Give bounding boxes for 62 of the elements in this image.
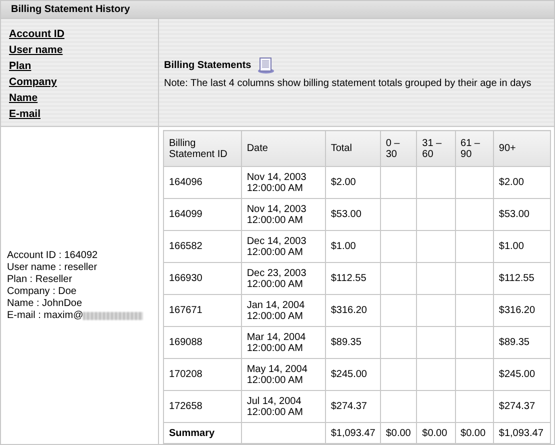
table-cell: 169088 — [164, 326, 242, 358]
table-cell: 164096 — [164, 166, 242, 198]
sort-link[interactable]: Name — [9, 91, 38, 106]
sort-link[interactable]: User name — [9, 43, 63, 58]
table-cell: $112.55 — [493, 262, 550, 294]
table-cell: $1,093.47 — [325, 422, 380, 444]
column-header: 0 – 30 — [380, 130, 417, 166]
table-cell: Jul 14, 2004 12:00:00 AM — [241, 390, 326, 422]
table-cell: Dec 23, 2003 12:00:00 AM — [241, 262, 326, 294]
account-detail: User name : reseller — [7, 262, 98, 274]
sort-link[interactable]: Company — [9, 75, 57, 90]
column-header: 31 – 60 — [416, 130, 456, 166]
table-cell: $112.55 — [325, 262, 380, 294]
table-cell: 164099 — [164, 198, 242, 230]
redacted-email — [83, 312, 144, 320]
account-detail: Plan : Reseller — [7, 274, 74, 286]
table-cell: 166582 — [164, 230, 242, 262]
table-cell: 167671 — [164, 294, 242, 326]
table-cell: Nov 14, 2003 12:00:00 AM — [241, 166, 326, 198]
table-cell: $316.20 — [325, 294, 380, 326]
summary-label: Summary — [164, 422, 242, 444]
table-cell: $53.00 — [325, 198, 380, 230]
account-detail: E-mail : maxim@ — [7, 310, 84, 322]
table-cell: 170208 — [164, 358, 242, 390]
panel-title: Billing Statement History — [1, 1, 554, 19]
table-cell: $245.00 — [493, 358, 550, 390]
table-cell: $2.00 — [325, 166, 380, 198]
table-cell: Dec 14, 2003 12:00:00 AM — [241, 230, 326, 262]
table-cell: $89.35 — [493, 326, 550, 358]
table-cell: $0.00 — [380, 422, 417, 444]
table-cell: $1.00 — [325, 230, 380, 262]
column-header: 61 – 90 — [455, 130, 494, 166]
sort-link[interactable]: E-mail — [9, 107, 41, 122]
table-cell: $1.00 — [493, 230, 550, 262]
column-header: 90+ — [493, 130, 550, 166]
table-cell: $1,093.47 — [493, 422, 550, 444]
table-cell: $274.37 — [493, 390, 550, 422]
sort-link[interactable]: Account ID — [9, 27, 64, 42]
column-header: Date — [241, 130, 326, 166]
document-icon — [257, 56, 276, 74]
account-detail: Name : JohnDoe — [7, 298, 84, 310]
table-cell: Nov 14, 2003 12:00:00 AM — [241, 198, 326, 230]
table-cell: $274.37 — [325, 390, 380, 422]
table-cell: $0.00 — [416, 422, 456, 444]
table-cell: 166930 — [164, 262, 242, 294]
table-cell: Jan 14, 2004 12:00:00 AM — [241, 294, 326, 326]
table-cell: $53.00 — [493, 198, 550, 230]
table-cell: $89.35 — [325, 326, 380, 358]
note-text: Note: The last 4 columns show billing statement totals grouped by their age in days — [164, 78, 532, 88]
table-cell: $245.00 — [325, 358, 380, 390]
table-cell: Mar 14, 2004 12:00:00 AM — [241, 326, 326, 358]
table-cell: May 14, 2004 12:00:00 AM — [241, 358, 326, 390]
sort-link[interactable]: Plan — [9, 59, 32, 74]
table-cell: $2.00 — [493, 166, 550, 198]
table-cell: $0.00 — [455, 422, 494, 444]
account-detail: Company : Doe — [7, 286, 78, 298]
account-detail: Account ID : 164092 — [7, 250, 99, 262]
column-header: Total — [325, 130, 380, 166]
table-cell: 172658 — [164, 390, 242, 422]
column-header: Billing Statement ID — [164, 130, 242, 166]
section-title: Billing Statements — [164, 60, 252, 70]
table-cell: $316.20 — [493, 294, 550, 326]
